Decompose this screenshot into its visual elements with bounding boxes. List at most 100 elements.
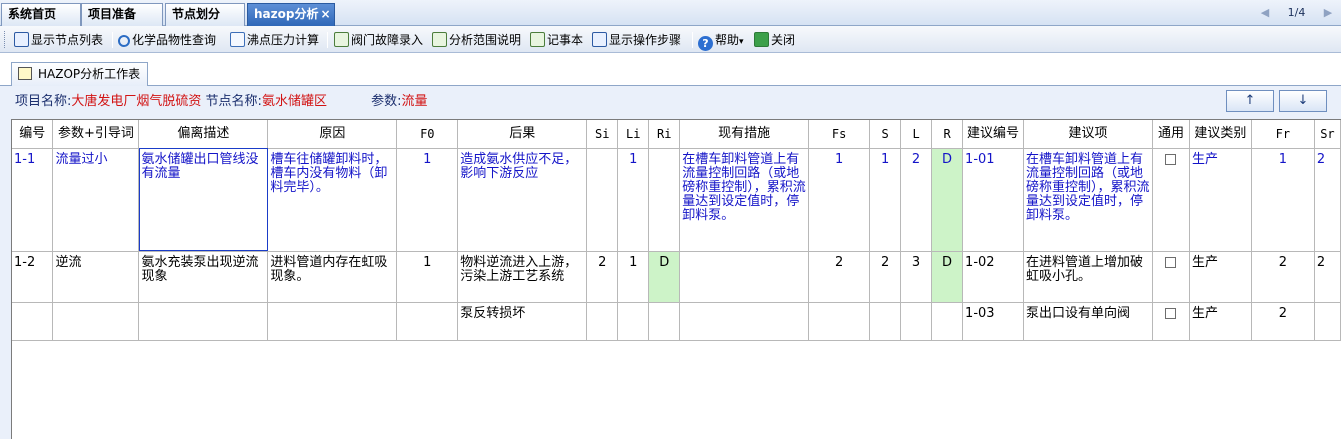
cell-consequence[interactable]: 泵反转损坏 bbox=[457, 301, 588, 341]
cell-s[interactable]: 1 bbox=[869, 148, 902, 252]
cell-fr[interactable]: 2 bbox=[1251, 251, 1315, 303]
column-header[interactable]: Si bbox=[586, 120, 619, 149]
cell-sr[interactable] bbox=[1314, 301, 1341, 341]
cell-measures[interactable] bbox=[679, 301, 810, 341]
cell-li[interactable] bbox=[617, 301, 650, 341]
close-button[interactable]: 关闭 bbox=[754, 30, 795, 50]
cell-si[interactable]: 2 bbox=[586, 251, 619, 303]
column-header[interactable]: Sr bbox=[1314, 120, 1341, 149]
cell-measures[interactable]: 在槽车卸料管道上有流量控制回路（或地磅称重控制），累积流量达到设定值时，停卸料泵… bbox=[679, 148, 810, 252]
cell-param[interactable]: 逆流 bbox=[52, 251, 140, 303]
chem-query-button[interactable]: 化学品物性查询 bbox=[118, 30, 216, 50]
cell-suggestion-id[interactable]: 1-02 bbox=[962, 251, 1025, 303]
column-header[interactable]: 建议类别 bbox=[1189, 120, 1252, 149]
cell-category[interactable]: 生产 bbox=[1189, 301, 1252, 341]
cell-l[interactable]: 2 bbox=[900, 148, 933, 252]
column-header[interactable]: 通用 bbox=[1152, 120, 1190, 149]
cell-fr[interactable]: 2 bbox=[1251, 301, 1315, 341]
cell-ri[interactable] bbox=[648, 148, 681, 252]
cell-category[interactable]: 生产 bbox=[1189, 148, 1252, 252]
pager-next-icon[interactable]: ▶ bbox=[1321, 4, 1335, 22]
cell-general[interactable] bbox=[1152, 251, 1190, 303]
cell-r[interactable]: D bbox=[931, 148, 964, 252]
cell-consequence[interactable]: 造成氨水供应不足，影响下游反应 bbox=[457, 148, 588, 252]
cell-l[interactable]: 3 bbox=[900, 251, 933, 303]
cell-fs[interactable] bbox=[808, 301, 871, 341]
cell-cause[interactable] bbox=[267, 301, 398, 341]
column-header[interactable]: 偏离描述 bbox=[138, 120, 269, 149]
cell-sr[interactable]: 2 bbox=[1314, 251, 1341, 303]
column-header[interactable]: 原因 bbox=[267, 120, 398, 149]
cell-si[interactable] bbox=[586, 148, 619, 252]
column-header[interactable]: Fr bbox=[1251, 120, 1315, 149]
cell-deviation[interactable]: 氨水储罐出口管线没有流量 bbox=[138, 148, 269, 252]
cell-category[interactable]: 生产 bbox=[1189, 251, 1252, 303]
column-header[interactable]: 现有措施 bbox=[679, 120, 810, 149]
column-header[interactable]: Fs bbox=[808, 120, 871, 149]
cell-cause[interactable]: 槽车往储罐卸料时，槽车内没有物料（卸料完毕）。 bbox=[267, 148, 398, 252]
table-row[interactable]: 泵反转损坏 1-03 泵出口设有单向阀 生产 2 bbox=[12, 301, 1341, 341]
tab-close-icon[interactable]: × bbox=[320, 7, 330, 21]
table-row[interactable]: 1-2 逆流 氨水充装泵出现逆流现象 进料管道内存在虹吸现象。 1 物料逆流进入… bbox=[12, 251, 1341, 303]
cell-param[interactable]: 流量过小 bbox=[52, 148, 140, 252]
column-header[interactable]: 后果 bbox=[457, 120, 588, 149]
cell-li[interactable]: 1 bbox=[617, 148, 650, 252]
valve-fault-button[interactable]: 阀门故障录入 bbox=[334, 30, 423, 50]
tab-hazop-worksheet[interactable]: HAZOP分析工作表 bbox=[11, 62, 148, 86]
table-row[interactable]: 1-1 流量过小 氨水储罐出口管线没有流量 槽车往储罐卸料时，槽车内没有物料（卸… bbox=[12, 148, 1341, 252]
cell-suggestion[interactable]: 泵出口设有单向阀 bbox=[1023, 301, 1153, 341]
cell-measures[interactable] bbox=[679, 251, 810, 303]
column-header[interactable]: 编号 bbox=[12, 120, 54, 149]
general-checkbox[interactable] bbox=[1165, 307, 1177, 319]
cell-suggestion[interactable]: 在进料管道上增加破虹吸小孔。 bbox=[1023, 251, 1153, 303]
cell-f0[interactable]: 1 bbox=[396, 251, 459, 303]
cell-id[interactable]: 1-2 bbox=[12, 251, 54, 303]
column-header[interactable]: R bbox=[931, 120, 964, 149]
column-header[interactable]: 建议项 bbox=[1023, 120, 1153, 149]
tab-hazop-analysis[interactable]: hazop分析 × bbox=[247, 3, 335, 26]
cell-cause[interactable]: 进料管道内存在虹吸现象。 bbox=[267, 251, 398, 303]
scope-desc-button[interactable]: 分析范围说明 bbox=[432, 30, 521, 50]
cell-s[interactable] bbox=[869, 301, 902, 341]
show-nodes-button[interactable]: 显示节点列表 bbox=[14, 30, 103, 50]
column-header[interactable]: F0 bbox=[396, 120, 459, 149]
cell-suggestion[interactable]: 在槽车卸料管道上有流量控制回路（或地磅称重控制），累积流量达到设定值时，停卸料泵… bbox=[1023, 148, 1153, 252]
column-header[interactable]: 参数+引导词 bbox=[52, 120, 140, 149]
cell-si[interactable] bbox=[586, 301, 619, 341]
cell-general[interactable] bbox=[1152, 148, 1190, 252]
cell-deviation[interactable]: 氨水充装泵出现逆流现象 bbox=[138, 251, 269, 303]
tab-node-division[interactable]: 节点划分 bbox=[165, 3, 245, 26]
column-header[interactable]: Li bbox=[617, 120, 650, 149]
notebook-button[interactable]: 记事本 bbox=[530, 30, 583, 50]
tab-home[interactable]: 系统首页 bbox=[1, 3, 81, 26]
cell-general[interactable] bbox=[1152, 301, 1190, 341]
cell-sr[interactable]: 2 bbox=[1314, 148, 1341, 252]
cell-suggestion-id[interactable]: 1-03 bbox=[962, 301, 1025, 341]
cell-fs[interactable]: 1 bbox=[808, 148, 871, 252]
column-header[interactable]: Ri bbox=[648, 120, 681, 149]
cell-ri[interactable] bbox=[648, 301, 681, 341]
cell-f0[interactable]: 1 bbox=[396, 148, 459, 252]
cell-id[interactable]: 1-1 bbox=[12, 148, 54, 252]
cell-s[interactable]: 2 bbox=[869, 251, 902, 303]
toolbar-grip[interactable] bbox=[4, 31, 7, 48]
cell-fs[interactable]: 2 bbox=[808, 251, 871, 303]
cell-id[interactable] bbox=[12, 301, 54, 341]
move-up-button[interactable]: ↑ bbox=[1226, 90, 1274, 112]
cell-f0[interactable] bbox=[396, 301, 459, 341]
tab-project-prep[interactable]: 项目准备 bbox=[81, 3, 163, 26]
cell-deviation[interactable] bbox=[138, 301, 269, 341]
cell-l[interactable] bbox=[900, 301, 933, 341]
show-steps-button[interactable]: 显示操作步骤 bbox=[592, 30, 681, 50]
column-header[interactable]: L bbox=[900, 120, 933, 149]
cell-param[interactable] bbox=[52, 301, 140, 341]
column-header[interactable]: S bbox=[869, 120, 902, 149]
cell-consequence[interactable]: 物料逆流进入上游，污染上游工艺系统 bbox=[457, 251, 588, 303]
cell-li[interactable]: 1 bbox=[617, 251, 650, 303]
general-checkbox[interactable] bbox=[1165, 153, 1177, 165]
cell-ri[interactable]: D bbox=[648, 251, 681, 303]
cell-suggestion-id[interactable]: 1-01 bbox=[962, 148, 1025, 252]
cell-r[interactable]: D bbox=[931, 251, 964, 303]
boiling-calc-button[interactable]: 沸点压力计算 bbox=[230, 30, 319, 50]
column-header[interactable]: 建议编号 bbox=[962, 120, 1025, 149]
